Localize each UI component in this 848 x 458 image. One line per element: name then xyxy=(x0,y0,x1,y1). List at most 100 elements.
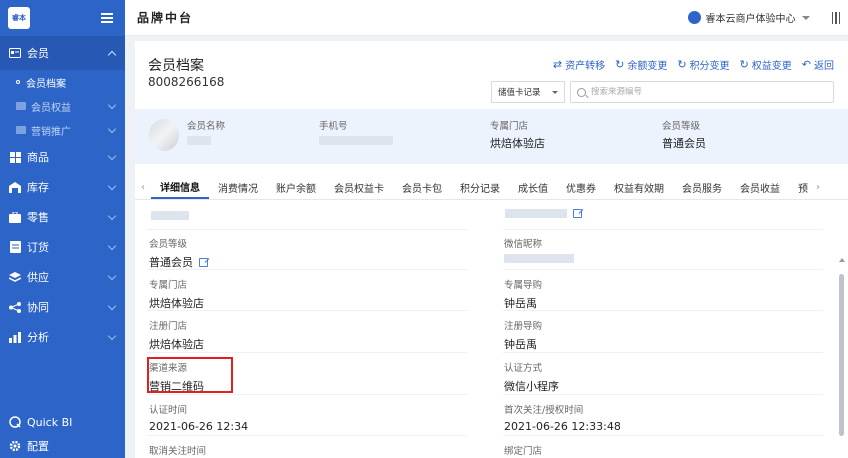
menu-toggle-icon[interactable] xyxy=(101,13,113,23)
sidebar-item-label: 供应 xyxy=(27,271,49,284)
detail-wechat-nickname: 微信昵称 xyxy=(504,236,574,263)
tab-benefit-validity[interactable]: 权益有效期 xyxy=(605,175,673,199)
tab-balance[interactable]: 账户余额 xyxy=(267,175,325,199)
chevron-down-icon xyxy=(107,151,117,160)
field-label: 取消关注时间 xyxy=(149,446,207,457)
field-label: 认证时间 xyxy=(149,405,188,416)
field-label: 微信昵称 xyxy=(504,239,543,250)
points-change-button[interactable]: ↻ 积分变更 xyxy=(677,57,729,72)
field-label: 注册导购 xyxy=(504,321,543,332)
field-label: 首次关注/授权时间 xyxy=(504,405,584,416)
tab-growth[interactable]: 成长值 xyxy=(509,175,557,199)
detail-member-level: 会员等级 普通会员 xyxy=(149,236,208,270)
masked-field xyxy=(151,210,189,223)
sidebar-item-config[interactable]: 配置 xyxy=(0,434,125,458)
search-box[interactable] xyxy=(570,81,834,103)
asset-transfer-button[interactable]: ⇄ 资产转移 xyxy=(553,57,605,72)
caret-down-icon xyxy=(801,15,810,20)
sidebar-item-supply[interactable]: 供应 xyxy=(0,262,125,292)
search-input[interactable] xyxy=(591,87,827,97)
sidebar-item-label: 商品 xyxy=(27,151,49,164)
summary-name: 会员名称 xyxy=(187,118,225,148)
sidebar-item-quickbi[interactable]: Quick BI xyxy=(0,410,125,434)
summary-label: 手机号 xyxy=(319,121,348,132)
folder-icon xyxy=(16,102,26,110)
sidebar-item-label: 配置 xyxy=(27,440,49,453)
app-logo: 睿本 xyxy=(8,7,30,29)
action-bar: ⇄ 资产转移 ↻ 余额变更 ↻ 积分变更 ↻ 权益变更 ↶ 返回 xyxy=(553,57,834,72)
tab-detail[interactable]: 详细信息 xyxy=(151,175,209,199)
back-button[interactable]: ↶ 返回 xyxy=(802,57,834,72)
record-type-select[interactable]: 储值卡记录 xyxy=(491,81,565,103)
edit-icon[interactable] xyxy=(573,209,582,218)
quickbi-icon xyxy=(9,416,21,428)
action-label: 资产转移 xyxy=(565,61,606,72)
sidebar-item-label: 会员 xyxy=(27,47,49,60)
sidebar-subitem-marketing[interactable]: 营销推广 xyxy=(0,118,125,142)
sidebar-subitem-member-profile[interactable]: 会员档案 xyxy=(0,70,125,94)
tab-points[interactable]: 积分记录 xyxy=(451,175,509,199)
tab-member-service[interactable]: 会员服务 xyxy=(673,175,731,199)
field-value: 普通会员 xyxy=(149,256,193,269)
member-id: 8008266168 xyxy=(148,75,225,89)
field-value: 微信小程序 xyxy=(504,380,559,393)
sidebar-item-retail[interactable]: 零售 xyxy=(0,202,125,232)
layers-icon xyxy=(9,271,21,283)
detail-exclusive-guide: 专属导购 钟岳禹 xyxy=(504,277,542,311)
refresh-icon: ↻ xyxy=(677,58,687,71)
member-summary: 会员名称 手机号 专属门店 烘焙体验店 会员等级 普通会员 xyxy=(135,109,848,164)
sidebar-item-inventory[interactable]: 库存 xyxy=(0,172,125,202)
balance-change-button[interactable]: ↻ 余额变更 xyxy=(615,57,667,72)
sidebar-item-label: 分析 xyxy=(27,331,49,344)
member-profile-card: 会员档案 8008266168 ⇄ 资产转移 ↻ 余额变更 ↻ 积分变更 ↻ 权益变更 … xyxy=(135,41,848,458)
grid-icon xyxy=(9,151,21,163)
chevron-down-icon xyxy=(107,181,117,190)
summary-label: 会员名称 xyxy=(187,121,226,132)
edit-icon[interactable] xyxy=(199,257,208,267)
more-menu-icon[interactable] xyxy=(831,11,840,24)
tab-scroll-left-icon[interactable]: ‹ xyxy=(135,175,151,199)
tab-benefit-card[interactable]: 会员权益卡 xyxy=(325,175,393,199)
transfer-icon: ⇄ xyxy=(552,58,563,71)
detail-register-store: 注册门店 烘焙体验店 xyxy=(149,318,204,352)
sidebar-item-member[interactable]: 会员 xyxy=(0,36,125,70)
action-label: 权益变更 xyxy=(751,61,792,72)
sidebar-item-label: 订货 xyxy=(27,241,49,254)
sidebar-item-analysis[interactable]: 分析 xyxy=(0,322,125,352)
field-value-masked xyxy=(504,254,574,263)
detail-register-guide: 注册导购 钟岳禹 xyxy=(504,318,542,352)
top-bar: 品牌中台 睿本云商户体验中心 xyxy=(125,0,848,36)
sidebar-item-label: 协同 xyxy=(27,301,49,314)
org-globe-icon xyxy=(687,11,701,24)
tab-more[interactable]: 预 xyxy=(789,175,810,199)
sidebar-item-goods[interactable]: 商品 xyxy=(0,142,125,172)
sidebar-subitem-label: 会员档案 xyxy=(26,78,66,90)
sidebar-item-order[interactable]: 订货 xyxy=(0,232,125,262)
action-label: 积分变更 xyxy=(689,61,730,72)
field-label: 专属门店 xyxy=(149,280,188,291)
sidebar-item-label: 库存 xyxy=(27,181,49,194)
summary-label: 会员等级 xyxy=(662,121,701,132)
sidebar-item-collab[interactable]: 协同 xyxy=(0,292,125,322)
field-label: 注册门店 xyxy=(149,321,188,332)
field-value: 2021-06-26 12:34 xyxy=(149,420,249,433)
refresh-icon: ↻ xyxy=(739,58,749,71)
tab-member-earnings[interactable]: 会员收益 xyxy=(731,175,789,199)
sidebar-subitem-member-benefits[interactable]: 会员权益 xyxy=(0,94,125,118)
summary-value-masked xyxy=(187,135,225,148)
benefit-change-button[interactable]: ↻ 权益变更 xyxy=(740,57,792,72)
tab-coupons[interactable]: 优惠券 xyxy=(557,175,605,199)
scrollbar[interactable] xyxy=(839,274,844,436)
warehouse-icon xyxy=(9,181,21,193)
chevron-down-icon xyxy=(107,301,117,310)
field-value: 2021-06-26 12:33:48 xyxy=(504,420,621,433)
chevron-down-icon xyxy=(107,124,117,133)
tab-consumption[interactable]: 消费情况 xyxy=(209,175,267,199)
dot-icon xyxy=(16,80,20,84)
org-switcher[interactable]: 睿本云商户体验中心 xyxy=(687,10,810,25)
chart-icon xyxy=(9,331,21,343)
field-value: 烘焙体验店 xyxy=(149,297,204,310)
tab-card-wallet[interactable]: 会员卡包 xyxy=(393,175,451,199)
scroll-up-icon[interactable] xyxy=(839,258,845,262)
tab-scroll-right-icon[interactable]: › xyxy=(810,175,826,199)
